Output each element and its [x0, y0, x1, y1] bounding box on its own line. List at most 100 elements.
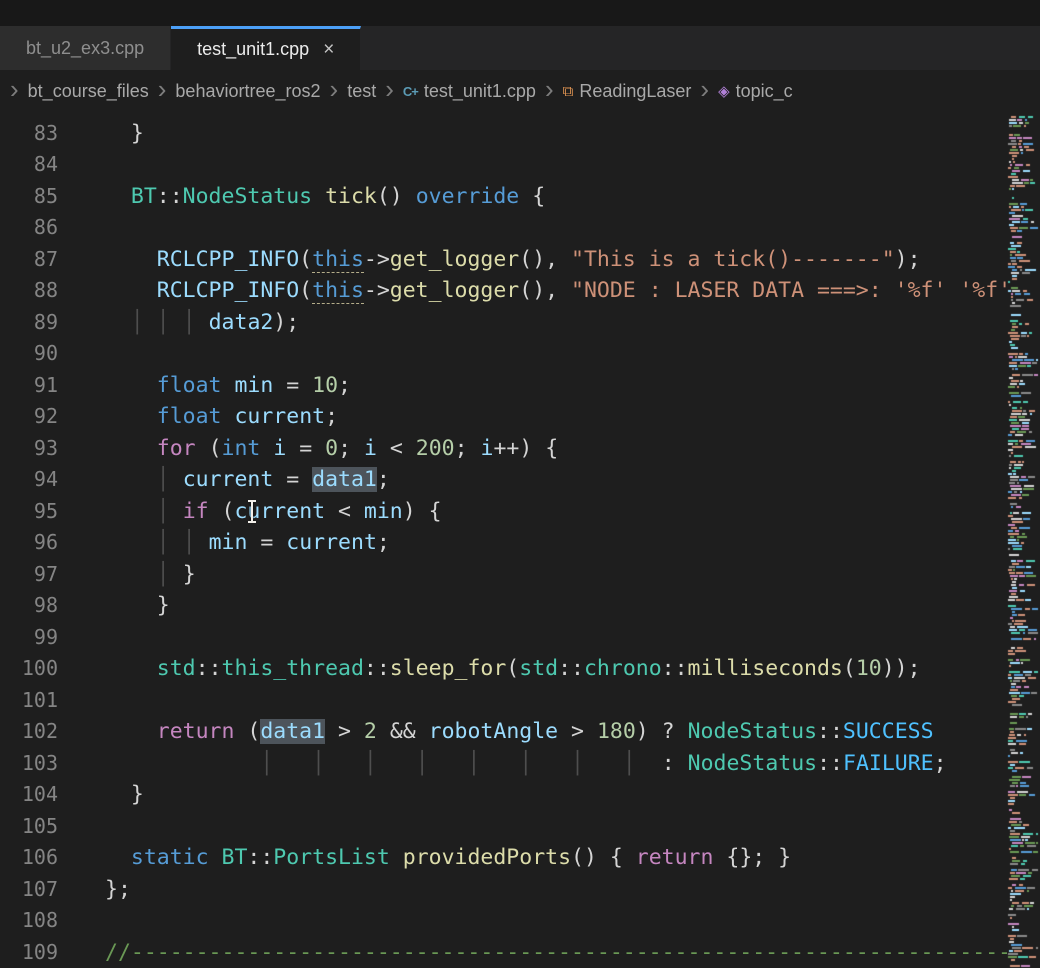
code-text	[58, 622, 105, 654]
code-line[interactable]: 83 }	[0, 118, 1040, 150]
line-number: 83	[0, 118, 58, 150]
code-text: for (int i = 0; i < 200; i++) {	[58, 433, 558, 465]
code-text: │ }	[58, 559, 196, 591]
code-text: };	[58, 874, 131, 906]
line-number: 100	[0, 653, 58, 685]
line-number: 101	[0, 685, 58, 717]
code-line[interactable]: 98 }	[0, 590, 1040, 622]
line-number: 84	[0, 149, 58, 181]
code-editor[interactable]: 82 }83 }8485 BT::NodeStatus tick() overr…	[0, 112, 1040, 968]
code-text	[58, 149, 105, 181]
line-number: 87	[0, 244, 58, 276]
line-number: 103	[0, 748, 58, 780]
code-line[interactable]: 90	[0, 338, 1040, 370]
symbol-method-icon: ◈	[718, 84, 730, 99]
tab-bar: bt_u2_ex3.cpp test_unit1.cpp ×	[0, 26, 1040, 70]
line-number: 86	[0, 212, 58, 244]
code-line[interactable]: 89 │ │ │ data2);	[0, 307, 1040, 339]
breadcrumb-label: topic_c	[736, 81, 793, 102]
breadcrumb-item-test[interactable]: test	[347, 81, 376, 102]
code-text	[58, 811, 105, 843]
line-number: 95	[0, 496, 58, 528]
cpp-file-icon: C+	[403, 85, 418, 98]
breadcrumb-label: bt_course_files	[28, 81, 149, 102]
code-text: │ │ min = current;	[58, 527, 390, 559]
code-text: │ current = data1;	[58, 464, 390, 496]
code-line[interactable]: 94 │ current = data1;	[0, 464, 1040, 496]
code-text: }	[58, 590, 170, 622]
code-line[interactable]: 105	[0, 811, 1040, 843]
line-number: 109	[0, 937, 58, 968]
code-text: //--------------------------------------…	[58, 937, 1040, 968]
line-number: 107	[0, 874, 58, 906]
code-line[interactable]: 108	[0, 905, 1040, 937]
line-number: 91	[0, 370, 58, 402]
tab-test_unit1.cpp[interactable]: test_unit1.cpp ×	[171, 26, 361, 70]
code-line[interactable]: 91 float min = 10;	[0, 370, 1040, 402]
code-line[interactable]: 109//-----------------------------------…	[0, 937, 1040, 968]
line-number: 85	[0, 181, 58, 213]
breadcrumb-item-behaviortree_ros2[interactable]: behaviortree_ros2	[175, 81, 320, 102]
code-line[interactable]: 88 RCLCPP_INFO(this->get_logger(), "NODE…	[0, 275, 1040, 307]
close-tab-button[interactable]: ×	[323, 40, 334, 59]
code-lines: 82 }83 }8485 BT::NodeStatus tick() overr…	[0, 112, 1040, 968]
line-number: 93	[0, 433, 58, 465]
line-number: 96	[0, 527, 58, 559]
line-number: 90	[0, 338, 58, 370]
code-line[interactable]: 106 static BT::PortsList providedPorts()…	[0, 842, 1040, 874]
breadcrumb: ›bt_course_files›behaviortree_ros2›test›…	[0, 70, 1040, 112]
code-line[interactable]: 85 BT::NodeStatus tick() override {	[0, 181, 1040, 213]
line-number: 89	[0, 307, 58, 339]
breadcrumb-label: ReadingLaser	[579, 81, 691, 102]
code-line[interactable]: 99	[0, 622, 1040, 654]
tab-label: test_unit1.cpp	[197, 39, 309, 60]
code-text	[58, 685, 105, 717]
code-line[interactable]: 101	[0, 685, 1040, 717]
code-text: }	[58, 779, 144, 811]
text-cursor-icon	[246, 500, 258, 523]
tab-bt_u2_ex3.cpp[interactable]: bt_u2_ex3.cpp	[0, 26, 171, 70]
code-line[interactable]: 95 │ if (current < min) {	[0, 496, 1040, 528]
line-number: 98	[0, 590, 58, 622]
line-number: 99	[0, 622, 58, 654]
code-line[interactable]: 92 float current;	[0, 401, 1040, 433]
breadcrumb-item-ReadingLaser[interactable]: ⧉ ReadingLaser	[563, 81, 692, 102]
breadcrumb-item-bt_course_files[interactable]: bt_course_files	[28, 81, 149, 102]
tab-label: bt_u2_ex3.cpp	[26, 38, 144, 59]
code-line[interactable]: 93 for (int i = 0; i < 200; i++) {	[0, 433, 1040, 465]
code-text: }	[58, 118, 144, 150]
code-line[interactable]: 103 │ │ │ │ │ │ │ │ : NodeStatus::FAILUR…	[0, 748, 1040, 780]
code-line[interactable]: 104 }	[0, 779, 1040, 811]
line-number: 105	[0, 811, 58, 843]
code-line[interactable]: 84	[0, 149, 1040, 181]
code-line[interactable]: 100 std::this_thread::sleep_for(std::chr…	[0, 653, 1040, 685]
code-line[interactable]: 107};	[0, 874, 1040, 906]
minimap[interactable]	[1007, 112, 1040, 968]
titlebar	[0, 0, 1040, 26]
line-number: 104	[0, 779, 58, 811]
line-number: 106	[0, 842, 58, 874]
code-line[interactable]: 97 │ }	[0, 559, 1040, 591]
code-text: RCLCPP_INFO(this->get_logger(), "NODE : …	[58, 275, 1011, 307]
line-number: 108	[0, 905, 58, 937]
code-text: return (data1 > 2 && robotAngle > 180) ?…	[58, 716, 934, 748]
line-number: 94	[0, 464, 58, 496]
breadcrumb-item-test_unit1.cpp[interactable]: C+ test_unit1.cpp	[403, 81, 536, 102]
code-text	[58, 905, 105, 937]
breadcrumb-label: test	[347, 81, 376, 102]
code-line[interactable]: 102 return (data1 > 2 && robotAngle > 18…	[0, 716, 1040, 748]
breadcrumb-item-topic_c[interactable]: ◈ topic_c	[718, 81, 793, 102]
breadcrumb-label: test_unit1.cpp	[424, 81, 536, 102]
code-line[interactable]: 86	[0, 212, 1040, 244]
code-line[interactable]: 96 │ │ min = current;	[0, 527, 1040, 559]
line-number: 102	[0, 716, 58, 748]
code-text: │ │ │ data2);	[58, 307, 299, 339]
symbol-class-icon: ⧉	[563, 84, 574, 99]
breadcrumb-label: behaviortree_ros2	[175, 81, 320, 102]
line-number: 88	[0, 275, 58, 307]
code-text: std::this_thread::sleep_for(std::chrono:…	[58, 653, 921, 685]
code-line[interactable]: 87 RCLCPP_INFO(this->get_logger(), "This…	[0, 244, 1040, 276]
code-text: RCLCPP_INFO(this->get_logger(), "This is…	[58, 244, 921, 276]
line-number: 92	[0, 401, 58, 433]
code-text: static BT::PortsList providedPorts() { r…	[58, 842, 791, 874]
